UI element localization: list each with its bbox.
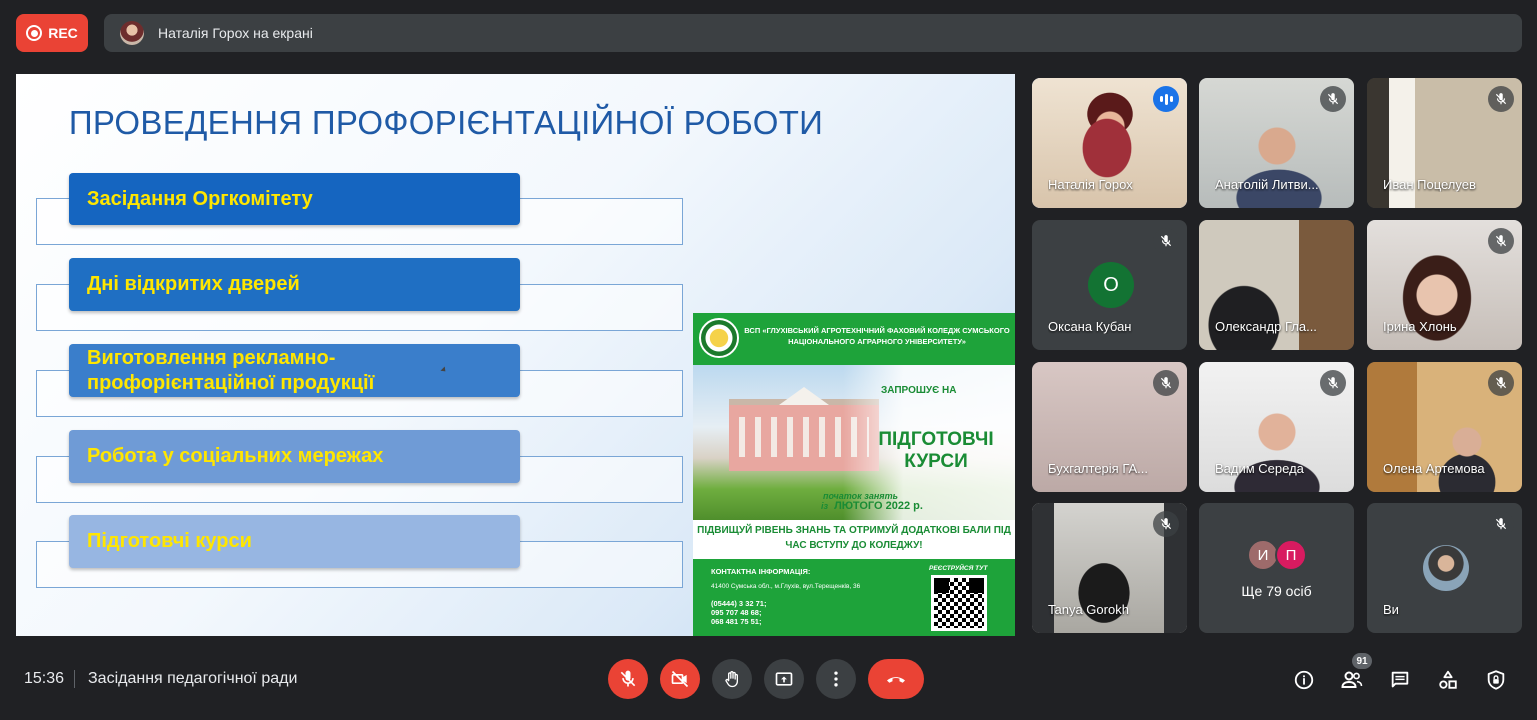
call-end-icon — [887, 677, 905, 683]
mic-off-icon — [1488, 228, 1514, 254]
participant-tile-self[interactable]: Ви — [1367, 503, 1522, 633]
participant-avatar: O — [1088, 262, 1134, 308]
present-now-button[interactable] — [764, 659, 804, 699]
more-vert-icon — [834, 671, 838, 687]
presenting-text: Наталія Горох на екрані — [158, 25, 313, 41]
chat-icon — [1391, 671, 1409, 688]
speaking-indicator-icon — [1153, 86, 1179, 112]
meeting-title: Засідання педагогічної ради — [88, 670, 298, 687]
participant-name: Олександр Гла... — [1215, 319, 1317, 334]
presenting-bar: Наталія Горох на екрані — [104, 14, 1522, 52]
participant-tile[interactable]: Анатолій Литви... — [1199, 78, 1354, 208]
info-icon — [1294, 670, 1314, 690]
slide-item-1: Засідання Оргкомітету — [69, 173, 520, 225]
participant-tile[interactable]: Вадим Середа — [1199, 362, 1354, 492]
participant-name: Вадим Середа — [1215, 461, 1304, 476]
poster-footer: КОНТАКТНА ІНФОРМАЦІЯ: 41400 Сумська обл.… — [693, 559, 1015, 636]
more-participants-label: Ще 79 осіб — [1241, 583, 1312, 599]
poster-header: ВСП «ГЛУХІВСЬКИЙ АГРОТЕХНІЧНИЙ ФАХОВИЙ К… — [693, 313, 1015, 365]
participant-name: Анатолій Литви... — [1215, 177, 1319, 192]
mic-off-icon — [1153, 370, 1179, 396]
participant-name: Ви — [1383, 602, 1399, 617]
more-options-button[interactable] — [816, 659, 856, 699]
participant-tile[interactable]: Олександр Гла... — [1199, 220, 1354, 350]
more-avatars: И П — [1247, 539, 1307, 571]
college-logo-icon — [699, 318, 739, 358]
participant-tile[interactable]: O Оксана Кубан — [1032, 220, 1187, 350]
poster-photo: ЗАПРОШУЄ НА ПІДГОТОВЧІ КУРСИ початок зан… — [693, 365, 1015, 520]
slide-item-4: Робота у соціальних мережах — [69, 430, 520, 483]
poster-college-name: ВСП «ГЛУХІВСЬКИЙ АГРОТЕХНІЧНИЙ ФАХОВИЙ К… — [744, 326, 1010, 346]
participant-name: Tanya Gorokh — [1048, 602, 1129, 617]
poster-phones: (05444) 3 32 71; 095 707 48 68; 068 481 … — [711, 599, 766, 626]
host-controls-icon — [1487, 670, 1505, 690]
participant-name: Бухгалтерія ГА... — [1048, 461, 1149, 476]
qr-code-icon — [931, 575, 987, 631]
poster-phone: 068 481 75 51; — [711, 617, 762, 626]
activities-icon — [1439, 670, 1457, 689]
recording-label: REC — [48, 25, 78, 41]
poster-phone: 095 707 48 68; — [711, 608, 762, 617]
raise-hand-icon — [725, 671, 738, 688]
poster-start-month: ЛЮТОГО 2022 р. — [834, 500, 923, 512]
participant-name: Иван Поцелуев — [1383, 177, 1476, 192]
slide-title: ПРОВЕДЕННЯ ПРОФОРІЄНТАЦІЙНОЇ РОБОТИ — [68, 104, 824, 141]
participant-name: Ірина Хлонь — [1383, 319, 1457, 334]
camera-toggle-button[interactable] — [660, 659, 700, 699]
participant-tile[interactable]: Наталія Горох — [1032, 78, 1187, 208]
poster-register: РЕЄСТРУЙСЯ ТУТ — [929, 565, 988, 572]
poster-courses: ПІДГОТОВЧІ КУРСИ — [878, 429, 994, 472]
divider — [74, 670, 75, 688]
poster-start-date: із ЛЮТОГО 2022 р. — [821, 500, 923, 512]
mic-off-icon — [1488, 86, 1514, 112]
chat-button[interactable] — [1386, 666, 1414, 694]
poster-contacts-title: КОНТАКТНА ІНФОРМАЦІЯ: — [711, 567, 811, 576]
participant-avatar: П — [1275, 539, 1307, 571]
presenter-avatar — [120, 21, 144, 45]
participant-tile[interactable]: Бухгалтерія ГА... — [1032, 362, 1187, 492]
participant-tile[interactable]: Tanya Gorokh — [1032, 503, 1187, 633]
poster-address: 41400 Сумська обл., м.Глухів, вул.Тереще… — [711, 583, 861, 590]
mic-off-icon — [1320, 370, 1346, 396]
participant-tile[interactable]: Олена Артемова — [1367, 362, 1522, 492]
poster-phone: (05444) 3 32 71; — [711, 599, 767, 608]
more-participants-tile[interactable]: И П Ще 79 осіб — [1199, 503, 1354, 633]
camera-off-icon — [671, 670, 689, 688]
participant-name: Наталія Горох — [1048, 177, 1133, 192]
participant-name: Оксана Кубан — [1048, 319, 1132, 334]
meeting-time: 15:36 — [24, 670, 65, 687]
mic-off-icon — [1320, 86, 1346, 112]
recording-indicator[interactable]: REC — [16, 14, 88, 52]
participant-name: Олена Артемова — [1383, 461, 1485, 476]
participant-tile[interactable]: Иван Поцелуев — [1367, 78, 1522, 208]
poster-invite: ЗАПРОШУЄ НА — [881, 385, 957, 396]
slide-item-3: Виготовлення рекламно-профорієнтаційної … — [69, 344, 520, 397]
poster-slogan: ПІДВИЩУЙ РІВЕНЬ ЗНАНЬ ТА ОТРИМУЙ ДОДАТКО… — [697, 525, 1011, 551]
slide-item-2: Дні відкритих дверей — [69, 258, 520, 311]
mic-toggle-button[interactable] — [608, 659, 648, 699]
poster-start-from: із — [821, 501, 829, 511]
participant-avatar — [1423, 545, 1469, 591]
meet-window: REC Наталія Горох на екрані ПРОВЕДЕННЯ П… — [0, 0, 1537, 720]
people-button[interactable] — [1338, 666, 1366, 694]
leave-call-button[interactable] — [868, 659, 924, 699]
mic-off-icon — [1153, 511, 1179, 537]
present-icon — [775, 672, 793, 686]
slide-item-5: Підготовчі курси — [69, 515, 520, 568]
presentation-screen: ПРОВЕДЕННЯ ПРОФОРІЄНТАЦІЙНОЇ РОБОТИ Засі… — [16, 74, 1015, 636]
mic-off-icon — [620, 670, 636, 687]
meeting-details-button[interactable] — [1290, 666, 1318, 694]
record-icon — [26, 25, 43, 41]
people-icon — [1341, 671, 1363, 688]
activities-button[interactable] — [1434, 666, 1462, 694]
host-controls-button[interactable] — [1482, 666, 1510, 694]
people-count-badge: 91 — [1352, 653, 1372, 669]
courses-poster: ВСП «ГЛУХІВСЬКИЙ АГРОТЕХНІЧНИЙ ФАХОВИЙ К… — [693, 313, 1015, 636]
mic-off-icon — [1488, 370, 1514, 396]
participant-tile[interactable]: Ірина Хлонь — [1367, 220, 1522, 350]
mic-off-icon — [1488, 511, 1514, 537]
mic-off-icon — [1153, 228, 1179, 254]
raise-hand-button[interactable] — [712, 659, 752, 699]
